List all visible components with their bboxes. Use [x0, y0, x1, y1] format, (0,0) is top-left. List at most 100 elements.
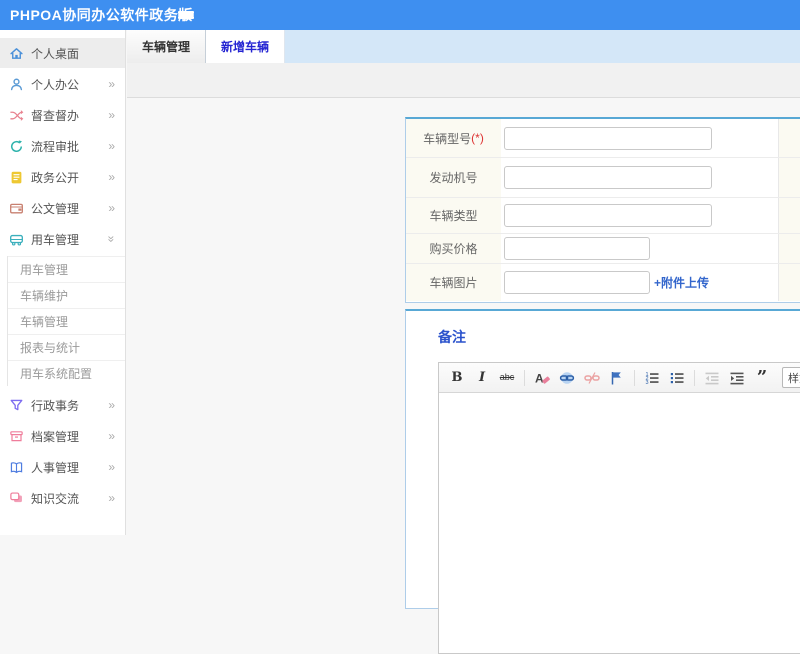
- anchor-button[interactable]: [607, 369, 627, 387]
- form-input-cell: +附件上传: [501, 264, 778, 301]
- sidebar-item-label: 流程审批: [31, 139, 80, 154]
- form-input-cell: [501, 234, 778, 263]
- required-mark: (*): [471, 131, 484, 145]
- bold-icon: B: [451, 370, 463, 385]
- sidebar-subitem[interactable]: 用车管理: [8, 256, 125, 282]
- form-row: 车辆图片 +附件上传: [406, 264, 800, 301]
- unlink-button[interactable]: [582, 369, 602, 387]
- strike-icon: abc: [499, 372, 515, 382]
- link-button[interactable]: [557, 369, 577, 387]
- sidebar-item-label: 用车管理: [31, 232, 80, 247]
- form-input-cell: [501, 158, 778, 197]
- outdent-button[interactable]: [702, 369, 722, 387]
- sidebar: 个人桌面 个人办公 督查督办 流程审批 政务公开 公文管理: [0, 30, 126, 535]
- expand-arrow-icon: [108, 140, 115, 152]
- form-input[interactable]: [504, 237, 650, 260]
- editor-content[interactable]: [439, 393, 800, 653]
- sidebar-subitem[interactable]: 车辆维护: [8, 282, 125, 308]
- expand-arrow-icon: [108, 171, 115, 183]
- sidebar-item-label: 督查督办: [31, 108, 80, 123]
- sidebar-subitem[interactable]: 报表与统计: [8, 334, 125, 360]
- user-icon: [9, 77, 24, 92]
- sidebar-item[interactable]: 个人桌面: [0, 38, 125, 68]
- tab-bar: 车辆管理 新增车辆: [127, 30, 800, 63]
- link-icon: [559, 370, 575, 386]
- tab[interactable]: 新增车辆: [206, 30, 286, 63]
- toolbar-separator: [694, 369, 695, 386]
- sidebar-item[interactable]: 个人办公: [0, 69, 125, 99]
- hamburger-icon: [178, 11, 198, 19]
- sidebar-item-label: 政务公开: [31, 170, 80, 185]
- anchor-icon: [609, 370, 625, 386]
- styles-dropdown[interactable]: 样式 ▾: [782, 367, 800, 388]
- form-input[interactable]: [504, 166, 712, 189]
- form-label: 发动机号: [406, 158, 501, 197]
- unordered-list-button[interactable]: [667, 369, 687, 387]
- form-label: 车辆类型: [406, 198, 501, 233]
- form-row: 车辆型号 (*): [406, 119, 800, 158]
- form-label-second-column: [778, 158, 800, 197]
- home-icon: [9, 46, 24, 61]
- bold-button[interactable]: B: [447, 369, 467, 387]
- sidebar-item-label: 公文管理: [31, 201, 80, 216]
- form-label: 车辆型号 (*): [406, 119, 501, 157]
- svg-text:A: A: [535, 371, 544, 385]
- notes-title: 备注: [438, 329, 466, 345]
- editor-toolbar: B I abc A 1 2 3 ” 样: [439, 363, 800, 393]
- sidebar-item[interactable]: 政务公开: [0, 162, 125, 192]
- outdent-icon: [704, 370, 720, 386]
- upload-attachment-link[interactable]: +附件上传: [654, 274, 709, 291]
- sidebar-item-label: 知识交流: [31, 491, 80, 506]
- italic-button[interactable]: I: [472, 369, 492, 387]
- unlink-icon: [584, 370, 600, 386]
- remove-format-button[interactable]: A: [532, 369, 552, 387]
- menu-button[interactable]: [178, 6, 198, 24]
- app-title: PHPOA协同办公软件政务版: [10, 7, 193, 23]
- archive-icon: [9, 429, 24, 444]
- expand-arrow-icon: [106, 236, 118, 243]
- expand-arrow-icon: [108, 202, 115, 214]
- sidebar-subitem[interactable]: 车辆管理: [8, 308, 125, 334]
- sidebar-item[interactable]: 督查督办: [0, 100, 125, 130]
- strike-button[interactable]: abc: [497, 369, 517, 387]
- blockquote-button[interactable]: ”: [752, 368, 772, 387]
- funnel-icon: [9, 398, 24, 413]
- doc-icon: [9, 170, 24, 185]
- content-header-strip: [127, 63, 800, 98]
- bus-icon: [9, 232, 24, 247]
- expand-arrow-icon: [108, 399, 115, 411]
- sidebar-item[interactable]: 行政事务: [0, 390, 125, 420]
- sidebar-item-label: 档案管理: [31, 429, 80, 444]
- form-input-cell: [501, 119, 778, 157]
- form-input-cell: [501, 198, 778, 233]
- sidebar-subitem-label: 用车系统配置: [20, 367, 93, 381]
- form-row: 购买价格: [406, 234, 800, 264]
- sidebar-item[interactable]: 知识交流: [0, 483, 125, 513]
- sidebar-item[interactable]: 人事管理: [0, 452, 125, 482]
- sidebar-subitem-label: 车辆维护: [20, 289, 69, 303]
- svg-text:3: 3: [646, 380, 649, 386]
- form-input[interactable]: [504, 126, 712, 150]
- tab-label: 车辆管理: [142, 40, 191, 54]
- folder-icon: [9, 201, 24, 216]
- indent-button[interactable]: [727, 369, 747, 387]
- ordered-list-button[interactable]: 123: [642, 369, 662, 387]
- sidebar-item[interactable]: 档案管理: [0, 421, 125, 451]
- app-header: PHPOA协同办公软件政务版: [0, 0, 800, 30]
- expand-arrow-icon: [108, 109, 115, 121]
- sidebar-item[interactable]: 用车管理: [0, 224, 125, 254]
- sidebar-item[interactable]: 公文管理: [0, 193, 125, 223]
- shuffle-icon: [9, 108, 24, 123]
- form-label-second-column: [778, 264, 800, 301]
- form-row: 发动机号: [406, 158, 800, 198]
- form-input[interactable]: [504, 271, 650, 294]
- sidebar-subitem[interactable]: 用车系统配置: [8, 360, 125, 386]
- sync-icon: [9, 139, 24, 154]
- form-input[interactable]: [504, 204, 712, 227]
- sidebar-item[interactable]: 流程审批: [0, 131, 125, 161]
- form-label: 购买价格: [406, 234, 501, 263]
- sidebar-item-label: 个人办公: [31, 77, 80, 92]
- vehicle-submenu: 用车管理 车辆维护 车辆管理 报表与统计 用车系统配置: [7, 256, 125, 386]
- unordered-list-icon: [669, 370, 685, 386]
- tab[interactable]: 车辆管理: [127, 30, 207, 63]
